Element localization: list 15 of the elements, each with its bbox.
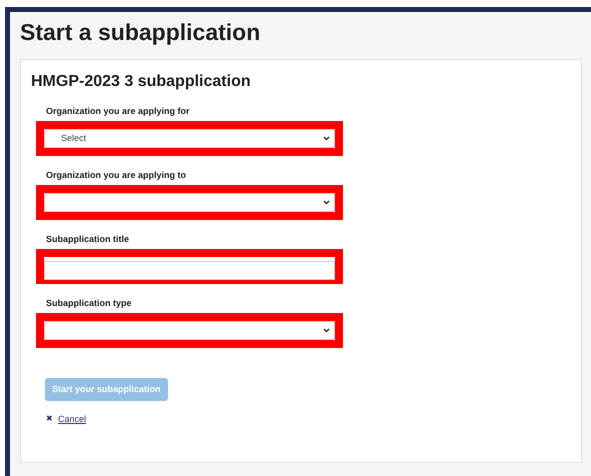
select-field[interactable] [44, 321, 335, 340]
card-title: HMGP-2023 3 subapplication [31, 72, 251, 92]
input-field[interactable] [44, 260, 335, 280]
field-label: Subapplication type [45, 297, 132, 309]
chevron-down-icon [323, 200, 330, 205]
field-label: Organization you are applying for [45, 105, 190, 117]
chevron-down-icon [323, 328, 330, 333]
cancel-link[interactable]: Cancel [58, 413, 86, 425]
chevron-down-icon [323, 136, 330, 141]
select-field[interactable]: Select [44, 129, 335, 148]
close-icon: ✖ [46, 414, 53, 424]
field-label: Organization you are applying to [45, 169, 186, 181]
field-label: Subapplication title [45, 233, 130, 245]
select-field[interactable] [44, 193, 335, 212]
page-title: Start a subapplication [20, 18, 260, 47]
